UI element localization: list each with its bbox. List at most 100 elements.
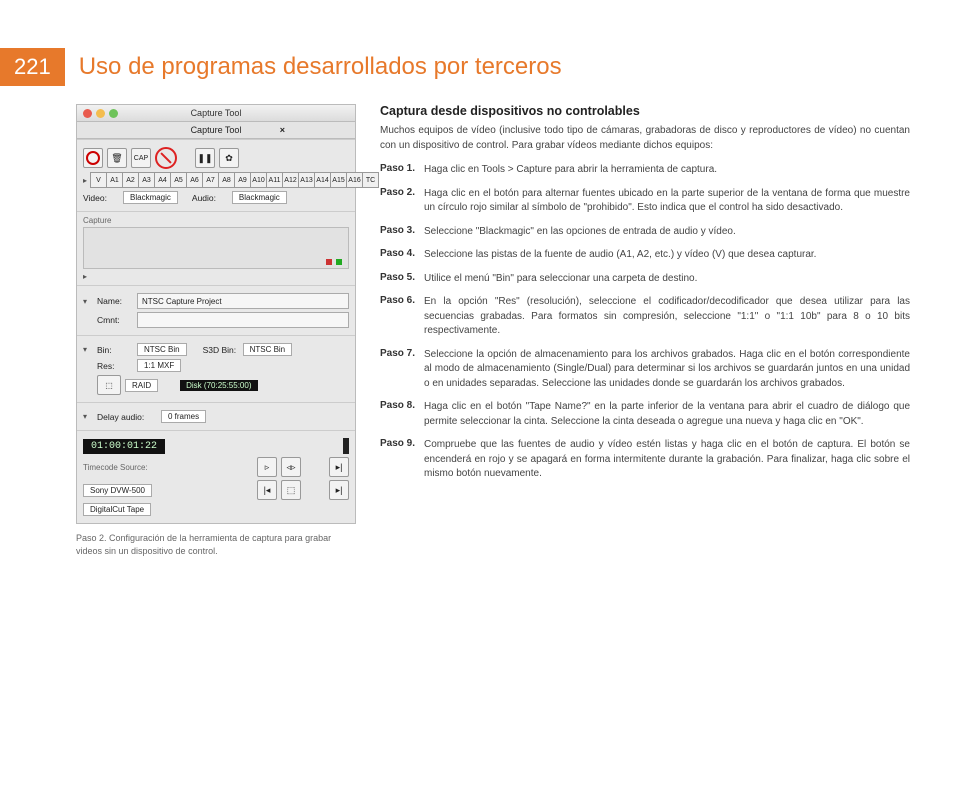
s3d-label: S3D Bin: xyxy=(203,345,239,355)
tool-subtitle: Capture Tool xyxy=(191,125,242,135)
timecode-display: 01:00:01:22 xyxy=(83,439,165,454)
capture-section-label: Capture xyxy=(83,216,349,225)
tool-subtitle-bar: Capture Tool × xyxy=(77,122,355,139)
tape-name-button[interactable]: DigitalCut Tape xyxy=(83,503,151,516)
step-label: Paso 2. xyxy=(380,187,424,216)
audio-label: Audio: xyxy=(192,193,228,203)
step-text: Haga clic en el botón "Tape Name?" en la… xyxy=(424,400,910,429)
step-label: Paso 9. xyxy=(380,438,424,482)
step-text: En la opción "Res" (resolución), selecci… xyxy=(424,295,910,339)
bin-select[interactable]: NTSC Bin xyxy=(137,343,187,356)
res-label: Res: xyxy=(97,361,133,371)
track-a16[interactable]: A16 xyxy=(346,172,363,188)
go-button[interactable]: ▸| xyxy=(329,457,349,477)
name-label: Name: xyxy=(97,296,133,306)
section-intro: Muchos equipos de vídeo (inclusive todo … xyxy=(380,124,910,153)
track-a9[interactable]: A9 xyxy=(234,172,251,188)
track-a8[interactable]: A8 xyxy=(218,172,235,188)
disclosure-icon[interactable]: ▸ xyxy=(83,176,87,185)
track-a3[interactable]: A3 xyxy=(138,172,155,188)
video-label: Video: xyxy=(83,193,119,203)
close-button[interactable]: × xyxy=(280,125,285,135)
status-green-icon xyxy=(336,259,342,265)
mark-in-button[interactable]: ▹ xyxy=(257,457,277,477)
track-selector[interactable]: V A1 A2 A3 A4 A5 A6 A7 A8 A9 A10 A11 xyxy=(91,172,379,188)
track-a4[interactable]: A4 xyxy=(154,172,171,188)
disclosure-icon[interactable]: ▾ xyxy=(83,345,93,354)
step-8: Paso 8.Haga clic en el botón "Tape Name?… xyxy=(380,400,910,429)
disk-status: Disk (70:25:55:00) xyxy=(180,380,257,391)
track-a11[interactable]: A11 xyxy=(266,172,283,188)
marker-icon xyxy=(343,438,349,454)
status-red-icon xyxy=(326,259,332,265)
step-text: Compruebe que las fuentes de audio y víd… xyxy=(424,438,910,482)
track-a10[interactable]: A10 xyxy=(250,172,267,188)
record-button[interactable] xyxy=(83,148,103,168)
prev-button[interactable]: |◂ xyxy=(257,480,277,500)
track-a2[interactable]: A2 xyxy=(122,172,139,188)
next-button[interactable]: ▸| xyxy=(329,480,349,500)
track-a13[interactable]: A13 xyxy=(298,172,315,188)
toggle-source-button[interactable] xyxy=(155,147,177,169)
pause-button[interactable]: ❚❚ xyxy=(195,148,215,168)
cap-mode-button[interactable]: CAP xyxy=(131,148,151,168)
cmnt-field[interactable] xyxy=(137,312,349,328)
step-4: Paso 4.Seleccione las pistas de la fuent… xyxy=(380,248,910,263)
track-a7[interactable]: A7 xyxy=(202,172,219,188)
track-v[interactable]: V xyxy=(90,172,107,188)
track-a15[interactable]: A15 xyxy=(330,172,347,188)
res-select[interactable]: 1:1 MXF xyxy=(137,359,181,372)
track-tc[interactable]: TC xyxy=(362,172,379,188)
step-2: Paso 2.Haga clic en el botón para altern… xyxy=(380,187,910,216)
tcsrc-select[interactable]: Sony DVW-500 xyxy=(83,484,152,497)
storage-mode-button[interactable]: ⬚ xyxy=(97,375,121,395)
step-text: Seleccione "Blackmagic" en las opciones … xyxy=(424,225,910,240)
cmnt-label: Cmnt: xyxy=(97,315,133,325)
step-label: Paso 1. xyxy=(380,163,424,178)
step-6: Paso 6.En la opción "Res" (resolución), … xyxy=(380,295,910,339)
track-a12[interactable]: A12 xyxy=(282,172,299,188)
trash-button[interactable]: 🗑 xyxy=(107,148,127,168)
step-label: Paso 7. xyxy=(380,348,424,392)
step-label: Paso 3. xyxy=(380,225,424,240)
tcsrc-label: Timecode Source: xyxy=(83,463,163,472)
track-a6[interactable]: A6 xyxy=(186,172,203,188)
step-text: Seleccione las pistas de la fuente de au… xyxy=(424,248,910,263)
s3d-select[interactable]: NTSC Bin xyxy=(243,343,293,356)
settings-button[interactable]: ✿ xyxy=(219,148,239,168)
capture-tool-window: Capture Tool Capture Tool × 🗑 CAP ❚❚ ✿ xyxy=(76,104,356,524)
capture-preview xyxy=(83,227,349,269)
section-title: Captura desde dispositivos no controlabl… xyxy=(380,104,910,118)
audio-select[interactable]: Blackmagic xyxy=(232,191,287,204)
page-title: Uso de programas desarrollados por terce… xyxy=(79,53,562,81)
step-label: Paso 6. xyxy=(380,295,424,339)
step-9: Paso 9.Compruebe que las fuentes de audi… xyxy=(380,438,910,482)
step-3: Paso 3.Seleccione "Blackmagic" en las op… xyxy=(380,225,910,240)
step-text: Utilice el menú "Bin" para seleccionar u… xyxy=(424,272,910,287)
step-1: Paso 1.Haga clic en Tools > Capture para… xyxy=(380,163,910,178)
track-a5[interactable]: A5 xyxy=(170,172,187,188)
step-5: Paso 5.Utilice el menú "Bin" para selecc… xyxy=(380,272,910,287)
disclosure-icon[interactable]: ▸ xyxy=(83,272,87,281)
delay-select[interactable]: 0 frames xyxy=(161,410,206,423)
titlebar: Capture Tool xyxy=(77,105,355,122)
step-text: Haga clic en el botón para alternar fuen… xyxy=(424,187,910,216)
step-label: Paso 5. xyxy=(380,272,424,287)
window-title: Capture Tool xyxy=(77,108,355,118)
video-select[interactable]: Blackmagic xyxy=(123,191,178,204)
name-field[interactable]: NTSC Capture Project xyxy=(137,293,349,309)
step-text: Seleccione la opción de almacenamiento p… xyxy=(424,348,910,392)
step-7: Paso 7.Seleccione la opción de almacenam… xyxy=(380,348,910,392)
mark-out-button[interactable]: ◃▹ xyxy=(281,457,301,477)
delay-label: Delay audio: xyxy=(97,412,157,422)
clear-button[interactable]: ⬚ xyxy=(281,480,301,500)
disclosure-icon[interactable]: ▾ xyxy=(83,297,93,306)
step-label: Paso 8. xyxy=(380,400,424,429)
step-label: Paso 4. xyxy=(380,248,424,263)
step-text: Haga clic en Tools > Capture para abrir … xyxy=(424,163,910,178)
raid-select[interactable]: RAID xyxy=(125,379,158,392)
disclosure-icon[interactable]: ▾ xyxy=(83,412,93,421)
track-a14[interactable]: A14 xyxy=(314,172,331,188)
track-a1[interactable]: A1 xyxy=(106,172,123,188)
figure-caption: Paso 2. Configuración de la herramienta … xyxy=(76,532,346,557)
